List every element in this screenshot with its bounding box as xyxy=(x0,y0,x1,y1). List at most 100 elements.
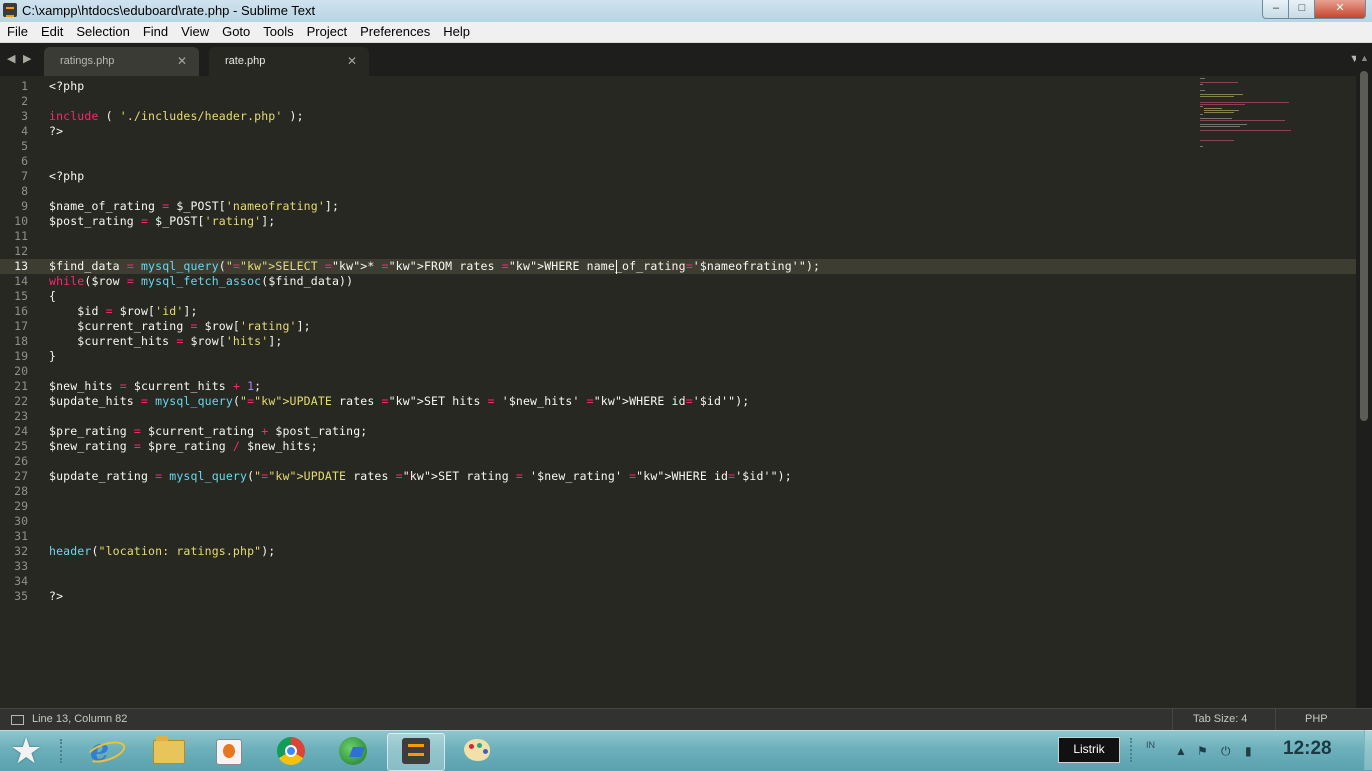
minimap-line xyxy=(1200,84,1203,85)
code-line[interactable]: while($row = mysql_fetch_assoc($find_dat… xyxy=(49,274,353,289)
menu-preferences[interactable]: Preferences xyxy=(353,22,436,40)
close-window-button[interactable]: ✕ xyxy=(1314,0,1366,19)
show-desktop-button[interactable] xyxy=(1364,730,1372,770)
tab-nav-back-icon[interactable]: ◀ xyxy=(7,52,15,65)
minimap-line xyxy=(1200,124,1248,125)
minimap[interactable] xyxy=(1196,78,1306,158)
line-number: 16 xyxy=(14,304,28,318)
line-number: 22 xyxy=(14,394,28,408)
tab-close-icon[interactable]: ✕ xyxy=(177,47,187,76)
syntax-label: PHP xyxy=(1305,713,1328,725)
line-number: 1 xyxy=(21,79,28,93)
line-number: 34 xyxy=(14,574,28,588)
minimap-line xyxy=(1200,118,1232,119)
line-number: 21 xyxy=(14,379,28,393)
menu-tools[interactable]: Tools xyxy=(256,22,299,40)
tab-label: rate.php xyxy=(225,55,266,67)
code-line[interactable]: $new_rating = $pre_rating / $new_hits; xyxy=(49,439,318,454)
line-number: 25 xyxy=(14,439,28,453)
code-line[interactable]: $post_rating = $_POST['rating']; xyxy=(49,214,275,229)
line-number: 8 xyxy=(21,184,28,198)
code-line[interactable]: $update_rating = mysql_query("="kw">UPDA… xyxy=(49,469,792,484)
menu-find[interactable]: Find xyxy=(136,22,174,40)
line-number: 24 xyxy=(14,424,28,438)
taskbar-media-player[interactable] xyxy=(200,733,256,769)
menu-edit[interactable]: Edit xyxy=(34,22,69,40)
taskbar-chrome[interactable] xyxy=(263,733,319,769)
minimap-line xyxy=(1200,102,1290,103)
menu-file[interactable]: File xyxy=(0,22,34,40)
sublime-text-icon xyxy=(402,738,430,764)
line-number: 3 xyxy=(21,109,28,123)
code-line[interactable]: ?> xyxy=(49,124,63,139)
menu-bar: File Edit Selection Find View Goto Tools Projec… xyxy=(0,22,1372,43)
code-line[interactable]: header("location: ratings.php"); xyxy=(49,544,275,559)
code-line[interactable]: { xyxy=(49,289,56,304)
power-plug-icon[interactable]: ⏻ xyxy=(1221,744,1231,759)
code-line[interactable]: $id = $row['id']; xyxy=(49,304,198,319)
code-line[interactable]: $update_hits = mysql_query("="kw">UPDATE… xyxy=(49,394,749,409)
syntax-selector[interactable]: PHP xyxy=(1275,709,1357,731)
line-number: 30 xyxy=(14,514,28,528)
line-number: 4 xyxy=(21,124,28,138)
taskbar-globe-app[interactable] xyxy=(325,733,381,769)
code-line[interactable]: <?php xyxy=(49,79,84,94)
minimap-line xyxy=(1200,140,1234,141)
tray-expand-icon[interactable]: ▲ xyxy=(1175,744,1187,758)
menu-help[interactable]: Help xyxy=(436,22,476,40)
paint-palette-icon xyxy=(464,739,490,761)
code-line[interactable]: <?php xyxy=(49,169,84,184)
start-button[interactable]: ★ xyxy=(6,733,52,769)
tab-rate-php[interactable]: rate.php ✕ xyxy=(209,47,369,76)
tab-close-icon[interactable]: ✕ xyxy=(347,47,357,76)
code-line[interactable]: } xyxy=(49,349,56,364)
taskbar-clock[interactable]: 12:28 xyxy=(1283,738,1332,760)
globe-icon xyxy=(339,737,367,765)
minimap-line xyxy=(1200,130,1292,131)
code-line[interactable]: $pre_rating = $current_rating + $post_ra… xyxy=(49,424,367,439)
tab-label: ratings.php xyxy=(60,55,115,67)
taskbar-sublime-text[interactable] xyxy=(387,733,445,771)
panel-toggle-icon[interactable] xyxy=(11,715,24,725)
network-signal-icon[interactable]: ▮ xyxy=(1245,744,1252,758)
taskbar-paint[interactable] xyxy=(449,733,505,769)
chrome-icon xyxy=(277,737,305,765)
scroll-up-icon[interactable]: ▲ xyxy=(1360,53,1369,63)
code-line[interactable]: include ( './includes/header.php' ); xyxy=(49,109,304,124)
line-number: 28 xyxy=(14,484,28,498)
taskbar-internet-explorer[interactable]: e xyxy=(76,733,132,769)
code-line[interactable]: $find_data = mysql_query("="kw">SELECT =… xyxy=(49,259,820,274)
minimap-line xyxy=(1200,82,1238,83)
code-line[interactable]: $current_hits = $row['hits']; xyxy=(49,334,282,349)
code-line[interactable]: $name_of_rating = $_POST['nameofrating']… xyxy=(49,199,339,214)
minimap-line xyxy=(1200,126,1240,127)
maximize-button[interactable]: □ xyxy=(1288,0,1316,19)
tab-nav-forward-icon[interactable]: ▶ xyxy=(23,52,31,65)
scrollbar-thumb[interactable] xyxy=(1360,71,1368,421)
code-editor[interactable]: 1 2 3 4 5 6 7 8 9 10 11 12 13 14 15 16 17 18 19 20 21 22 23 24 2… xyxy=(0,76,1356,708)
action-center-flag-icon[interactable]: ⚑ xyxy=(1197,744,1208,758)
minimap-line xyxy=(1204,112,1235,113)
window-titlebar: C:\xampp\htdocs\eduboard\rate.php - Subl… xyxy=(0,0,1372,23)
minimap-line xyxy=(1200,94,1244,95)
minimize-button[interactable]: – xyxy=(1262,0,1290,19)
line-number: 9 xyxy=(21,199,28,213)
language-indicator[interactable]: IN xyxy=(1146,740,1155,750)
line-number: 10 xyxy=(14,214,28,228)
menu-selection[interactable]: Selection xyxy=(69,22,135,40)
line-number: 6 xyxy=(21,154,28,168)
line-number: 7 xyxy=(21,169,28,183)
menu-view[interactable]: View xyxy=(174,22,215,40)
menu-project[interactable]: Project xyxy=(300,22,353,40)
code-line[interactable]: $new_hits = $current_hits + 1; xyxy=(49,379,261,394)
code-line[interactable]: $current_rating = $row['rating']; xyxy=(49,319,311,334)
taskbar-file-explorer[interactable] xyxy=(139,733,195,769)
code-line[interactable]: ?> xyxy=(49,589,63,604)
line-number: 19 xyxy=(14,349,28,363)
line-number: 26 xyxy=(14,454,28,468)
menu-goto[interactable]: Goto xyxy=(215,22,256,40)
vertical-scrollbar[interactable]: ▲ xyxy=(1356,43,1372,708)
tab-size-selector[interactable]: Tab Size: 4 xyxy=(1172,709,1276,731)
taskbar: ★ e xyxy=(0,730,1372,771)
tab-ratings-php[interactable]: ratings.php ✕ xyxy=(44,47,199,76)
